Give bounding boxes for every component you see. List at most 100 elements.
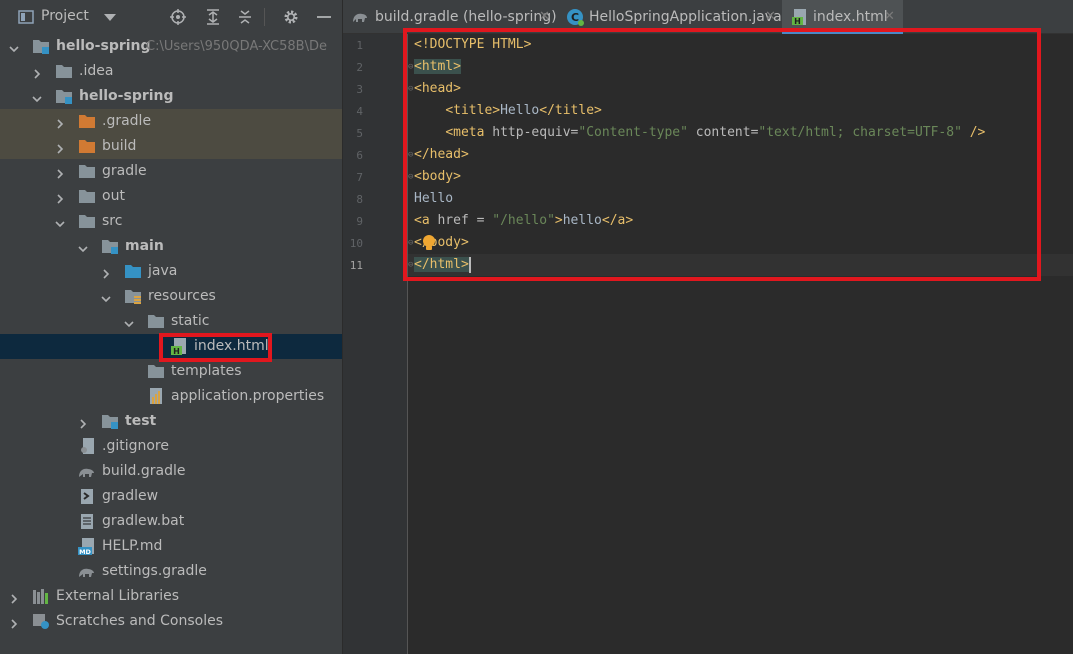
code-line[interactable]: <!DOCTYPE HTML> [414, 34, 531, 56]
expand-all-icon[interactable] [205, 9, 221, 25]
fold-marker-icon[interactable]: ⊖ [408, 172, 415, 184]
tree-item-label: index.html [194, 338, 269, 354]
tree-item-label: gradle [102, 163, 147, 179]
code-token: <a [414, 213, 438, 228]
code-line[interactable]: </html> [414, 254, 471, 276]
close-icon[interactable]: ✕ [884, 9, 895, 24]
collapse-all-icon[interactable] [237, 9, 253, 25]
fold-marker-icon[interactable]: ⊖ [408, 84, 415, 96]
tree-item-resources[interactable]: resources [0, 284, 342, 309]
tree-item-hello-spring[interactable]: hello-spring [0, 84, 342, 109]
svg-text:MD: MD [79, 548, 91, 555]
tree-item-templates[interactable]: templates [0, 359, 342, 384]
chevron-right-icon[interactable] [77, 415, 89, 429]
tree-item-application-properties[interactable]: application.properties [0, 384, 342, 409]
source-folder-icon [124, 263, 142, 280]
tab-build-gradle[interactable]: build.gradle (hello-spring) ✕ [343, 0, 557, 34]
fold-marker-icon[interactable]: ⊖ [408, 150, 415, 162]
chevron-right-icon[interactable] [8, 590, 20, 604]
tree-item-label: test [125, 413, 157, 429]
code-line[interactable]: Hello [414, 188, 453, 210]
code-line[interactable]: <meta http-equiv="Content-type" content=… [414, 122, 985, 144]
code-line[interactable]: <head> [414, 78, 461, 100]
tree-item-main[interactable]: main [0, 234, 342, 259]
close-icon[interactable]: ✕ [765, 9, 776, 24]
chevron-right-icon[interactable] [54, 165, 66, 179]
chevron-down-icon[interactable] [123, 315, 135, 328]
resources-folder-icon [124, 288, 142, 305]
close-icon[interactable]: ✕ [539, 9, 550, 24]
tree-item-gitignore[interactable]: .gitignore [0, 434, 342, 459]
tree-item-label: settings.gradle [102, 563, 207, 579]
tree-item-src[interactable]: src [0, 209, 342, 234]
project-view-title[interactable]: Project [41, 8, 89, 24]
line-number: 9 [356, 215, 363, 228]
tree-item-out[interactable]: out [0, 184, 342, 209]
tree-item-help-md[interactable]: MD HELP.md [0, 534, 342, 559]
project-panel: Project hello-spring C:\Users\950QDA-XC5… [0, 0, 342, 654]
tree-item-build[interactable]: build [0, 134, 342, 159]
code-token: Hello [414, 191, 454, 206]
text-caret [468, 256, 471, 273]
code-line[interactable]: </head> [414, 144, 469, 166]
chevron-right-icon[interactable] [100, 265, 112, 279]
hide-panel-icon[interactable] [316, 9, 332, 25]
code-line[interactable]: <html> [414, 56, 461, 78]
code-token: <!DOCTYPE HTML> [414, 37, 532, 52]
chevron-right-icon[interactable] [8, 615, 20, 629]
tree-item-build-gradle[interactable]: build.gradle [0, 459, 342, 484]
fold-marker-icon[interactable]: ⊖ [408, 260, 415, 272]
code-line[interactable]: <title>Hello</title> [414, 100, 602, 122]
folder-icon [55, 63, 73, 80]
tree-item-java[interactable]: java [0, 259, 342, 284]
code-line[interactable]: <body> [414, 166, 461, 188]
line-number: 6 [356, 149, 363, 162]
code-line[interactable]: <a href = "/hello">hello</a> [414, 210, 633, 232]
tree-item-label: gradlew.bat [102, 513, 185, 529]
header-divider [264, 8, 265, 26]
fold-marker-icon[interactable]: ⊖ [408, 238, 415, 250]
chevron-down-icon[interactable] [31, 90, 43, 103]
module-folder-icon [55, 88, 73, 105]
chevron-down-icon[interactable] [8, 40, 20, 53]
chevron-right-icon[interactable] [54, 115, 66, 129]
tree-item-hello-spring[interactable]: hello-spring C:\Users\950QDA-XC58B\De [0, 34, 342, 59]
line-number: 8 [356, 193, 363, 206]
fold-marker-icon[interactable]: ⊖ [408, 62, 415, 74]
tree-item-settings-gradle[interactable]: settings.gradle [0, 559, 342, 584]
tree-item-static[interactable]: static [0, 309, 342, 334]
folder-icon [147, 363, 165, 380]
highlight-box-code [403, 28, 1041, 281]
chevron-down-icon[interactable] [77, 240, 89, 253]
code-token: </a> [601, 213, 634, 228]
gradle-file-icon [353, 13, 367, 22]
chevron-right-icon[interactable] [31, 65, 43, 79]
lightbulb-icon[interactable] [421, 234, 437, 252]
tree-item-label: application.properties [171, 388, 325, 404]
library-icon [32, 588, 50, 605]
chevron-down-icon[interactable] [102, 9, 118, 25]
tab-index-html[interactable]: H index.html ✕ [782, 0, 903, 34]
chevron-down-icon[interactable] [54, 215, 66, 228]
tree-item-label: build.gradle [102, 463, 186, 479]
tree-item-gradlew[interactable]: gradlew [0, 484, 342, 509]
tab-hello-spring-application[interactable]: C HelloSpringApplication.java ✕ [563, 0, 782, 34]
code-token: <title> [445, 103, 501, 118]
chevron-down-icon[interactable] [100, 290, 112, 303]
chevron-right-icon[interactable] [54, 190, 66, 204]
tree-item-label: .gradle [102, 113, 152, 129]
chevron-right-icon[interactable] [54, 140, 66, 154]
tree-item-gradlew-bat[interactable]: gradlew.bat [0, 509, 342, 534]
tree-item-external-libraries[interactable]: External Libraries [0, 584, 342, 609]
tree-item-idea[interactable]: .idea [0, 59, 342, 84]
tree-item-scratches-and-consoles[interactable]: Scratches and Consoles [0, 609, 342, 634]
tree-item-index-html[interactable]: Hindex.html [0, 334, 342, 359]
tree-item-test[interactable]: test [0, 409, 342, 434]
tree-item-gradle[interactable]: gradle [0, 159, 342, 184]
locate-file-icon[interactable] [170, 9, 186, 25]
gear-icon[interactable] [283, 9, 299, 25]
line-number: 5 [356, 127, 363, 140]
tree-item-gradle[interactable]: .gradle [0, 109, 342, 134]
project-view-icon[interactable] [18, 9, 34, 25]
